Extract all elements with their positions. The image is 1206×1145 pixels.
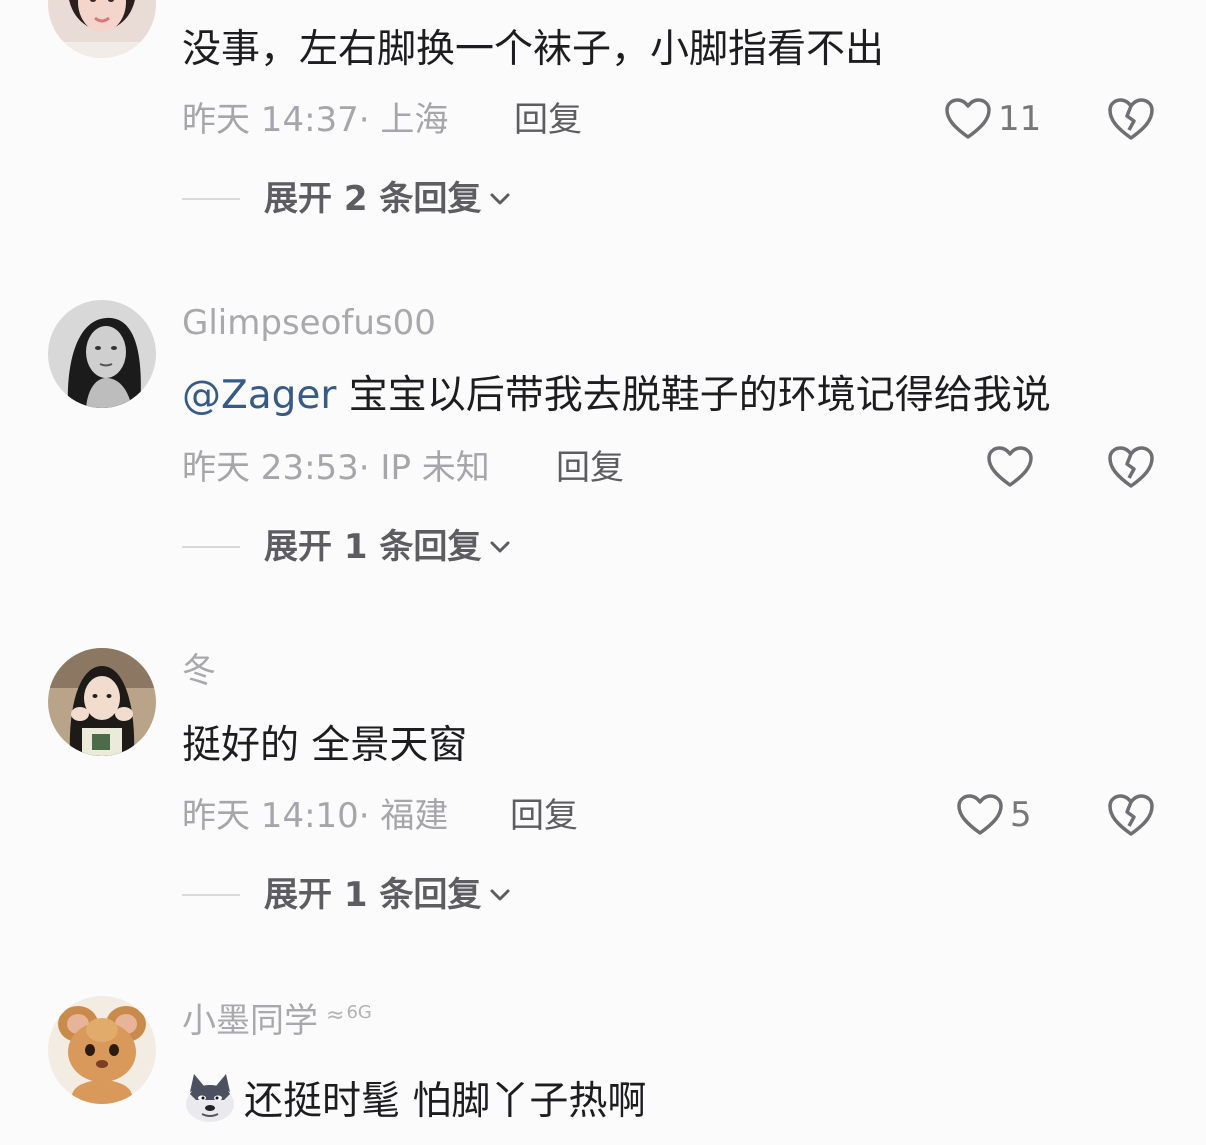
avatar[interactable] — [48, 0, 156, 58]
comment-meta: 昨天 23:53· IP 未知 — [182, 451, 490, 485]
like-count: 5 — [1010, 795, 1032, 835]
comment-time: 昨天 14:37 — [182, 100, 359, 140]
comment-time: 昨天 23:53 — [182, 448, 359, 488]
expand-label: 展开 1 条回复 — [264, 527, 482, 567]
comment-username[interactable]: 小墨同学 ≈6G — [182, 1001, 372, 1041]
network-signal-badge: ≈6G — [326, 1004, 372, 1027]
comment-text: @Zager 宝宝以后带我去脱鞋子的环境记得给我说 — [182, 376, 1051, 415]
heart-outline-icon — [987, 446, 1033, 487]
comment-list: 没事，左右脚换一个袜子，小脚指看不出 昨天 14:37· 上海 回复 11 展开… — [0, 0, 1206, 1145]
like-button[interactable]: 11 — [944, 97, 1041, 141]
comment-location: · 上海 — [358, 100, 449, 140]
avatar[interactable] — [48, 648, 156, 756]
chevron-down-icon — [490, 193, 510, 205]
like-count: 11 — [998, 99, 1042, 139]
avatar[interactable] — [48, 300, 156, 408]
comment-username-text: 小墨同学 — [182, 1001, 318, 1041]
heart-outline-icon — [957, 794, 1003, 835]
comment-text: 还挺时髦 怕脚丫子热啊 — [182, 1070, 646, 1126]
dog-face-emoji-icon — [186, 1074, 234, 1122]
like-button[interactable]: 5 — [956, 793, 1032, 837]
mention-link[interactable]: @Zager — [182, 373, 336, 418]
expand-replies-button[interactable]: 展开 2 条回复 — [182, 182, 513, 216]
expand-label: 展开 2 条回复 — [264, 179, 482, 219]
broken-heart-icon[interactable] — [1106, 792, 1156, 838]
comment-text-body: 还挺时髦 怕脚丫子热啊 — [244, 1079, 647, 1124]
comment-username[interactable]: 冬 — [182, 654, 216, 688]
expand-label: 展开 1 条回复 — [264, 875, 482, 915]
comment-location: · 福建 — [358, 796, 449, 836]
expand-divider — [182, 198, 240, 200]
expand-replies-button[interactable]: 展开 1 条回复 — [182, 530, 513, 564]
comment-item: Glimpseofus00 @Zager 宝宝以后带我去脱鞋子的环境记得给我说 … — [0, 290, 1206, 590]
comment-time: 昨天 14:10 — [182, 796, 359, 836]
chevron-down-icon — [490, 889, 510, 901]
reply-button[interactable]: 回复 — [510, 799, 578, 833]
wifi-icon: ≈ — [326, 1003, 345, 1028]
comment-meta: 昨天 14:37· 上海 — [182, 103, 448, 137]
avatar[interactable] — [48, 996, 156, 1104]
comment-item: 没事，左右脚换一个袜子，小脚指看不出 昨天 14:37· 上海 回复 11 展开… — [0, 0, 1206, 250]
comment-username[interactable]: Glimpseofus00 — [182, 306, 436, 340]
broken-heart-icon[interactable] — [1106, 96, 1156, 142]
like-button[interactable] — [986, 445, 1040, 489]
comment-item: 小墨同学 ≈6G 还挺时髦 怕脚丫子热啊 — [0, 990, 1206, 1145]
network-signal-label: 6G — [346, 1002, 372, 1023]
comment-text-body: 宝宝以后带我去脱鞋子的环境记得给我说 — [336, 373, 1051, 418]
reply-button[interactable]: 回复 — [556, 451, 624, 485]
expand-divider — [182, 546, 240, 548]
expand-replies-button[interactable]: 展开 1 条回复 — [182, 878, 513, 912]
broken-heart-icon[interactable] — [1106, 444, 1156, 490]
chevron-down-icon — [490, 541, 510, 553]
comment-text: 挺好的 全景天窗 — [182, 723, 468, 768]
comment-item: 冬 挺好的 全景天窗 昨天 14:10· 福建 回复 5 展开 1 条回复 — [0, 640, 1206, 940]
reply-button[interactable]: 回复 — [514, 103, 582, 137]
comment-text: 没事，左右脚换一个袜子，小脚指看不出 — [182, 27, 885, 72]
expand-divider — [182, 894, 240, 896]
heart-outline-icon — [945, 98, 991, 139]
comment-location: · IP 未知 — [358, 448, 490, 488]
comment-meta: 昨天 14:10· 福建 — [182, 799, 448, 833]
